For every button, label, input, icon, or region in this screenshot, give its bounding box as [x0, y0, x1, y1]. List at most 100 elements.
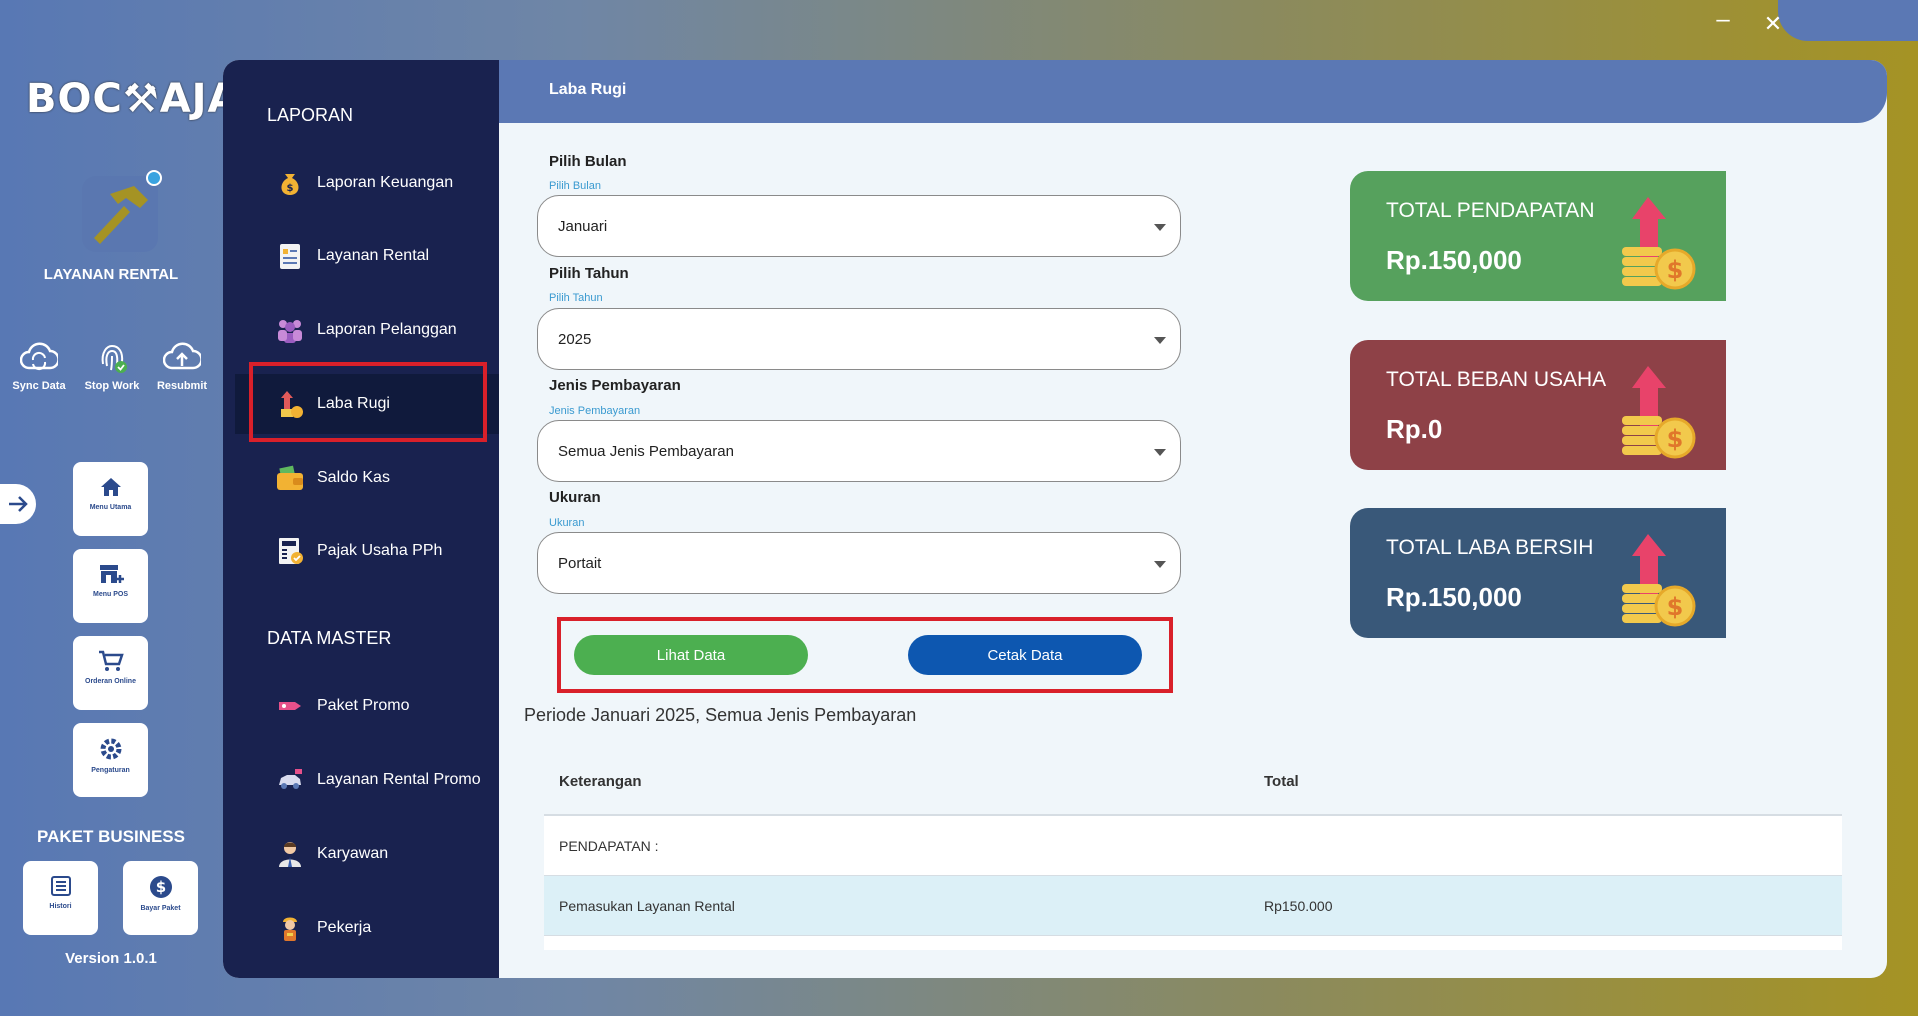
svg-text:$: $: [1667, 256, 1684, 284]
chevron-down-icon: [1154, 449, 1166, 456]
car-promo-icon: [275, 765, 305, 795]
stop-work-label: Stop Work: [84, 380, 140, 392]
jenis-select[interactable]: Semua Jenis Pembayaran: [537, 420, 1181, 482]
sidebar-item-karyawan[interactable]: Karyawan: [235, 824, 499, 884]
menu-utama-label: Menu Utama: [89, 504, 132, 511]
sidebar-item-label: Karyawan: [317, 845, 389, 862]
total-pendapatan-card: TOTAL PENDAPATAN Rp.150,000 $: [1350, 171, 1726, 301]
svg-text:$: $: [1667, 425, 1684, 453]
cetak-data-button[interactable]: Cetak Data: [908, 635, 1142, 675]
resubmit-button[interactable]: Resubmit: [147, 340, 217, 392]
row-keterangan: PENDAPATAN :: [559, 837, 659, 854]
left-rail: BOC⚒AJA LAYANAN RENTAL Sync Data Stop Wo…: [0, 0, 240, 1016]
card-label: TOTAL PENDAPATAN: [1386, 199, 1595, 222]
tax-icon: [275, 536, 305, 566]
arrow-right-icon: [9, 496, 28, 512]
svg-text:$: $: [1667, 593, 1684, 621]
brand-logo: BOC⚒AJA: [26, 76, 240, 122]
menu-utama-button[interactable]: Menu Utama: [73, 462, 148, 536]
gear-icon: [100, 738, 121, 760]
paket-title: PAKET BUSINESS: [37, 827, 185, 846]
clipboard-icon: [275, 241, 305, 271]
sidebar-item-paket-promo[interactable]: Paket Promo: [235, 676, 499, 736]
bulan-select[interactable]: Januari: [537, 195, 1181, 257]
tahun-value: 2025: [558, 330, 592, 348]
header-keterangan: Keterangan: [559, 772, 642, 790]
total-laba-card: TOTAL LABA BERSIH Rp.150,000 $: [1350, 508, 1726, 638]
cloud-upload-icon: [163, 342, 201, 370]
sidebar-item-label: Layanan Rental Promo: [317, 771, 481, 788]
ukuran-select[interactable]: Portait: [537, 532, 1181, 594]
close-button[interactable]: ✕: [1656, 4, 1890, 44]
orderan-online-button[interactable]: Orderan Online: [73, 636, 148, 710]
employee-icon: [275, 839, 305, 869]
table-footer-space: [544, 936, 1842, 950]
menu-pos-button[interactable]: Menu POS: [73, 549, 148, 623]
periode-text: Periode Januari 2025, Semua Jenis Pembay…: [524, 705, 917, 725]
card-label: TOTAL LABA BERSIH: [1386, 536, 1594, 559]
pengaturan-button[interactable]: Pengaturan: [73, 723, 148, 797]
card-value: Rp.0: [1386, 414, 1443, 444]
version-text: Version 1.0.1: [65, 950, 157, 967]
home-icon: [100, 478, 121, 496]
cart-icon: [98, 650, 124, 671]
sidebar-item-label: Pekerja: [317, 919, 372, 936]
store-icon: [99, 565, 124, 583]
main-panel: LAPORAN $ Laporan Keuangan Layanan Renta…: [223, 60, 1887, 978]
sidebar-item-laporan-pelanggan[interactable]: Laporan Pelanggan: [235, 300, 499, 360]
stop-work-button[interactable]: Stop Work: [77, 340, 147, 392]
sidebar-item-layanan-rental[interactable]: Layanan Rental: [235, 226, 499, 286]
sidebar-item-label: Laporan Pelanggan: [317, 321, 457, 338]
bulan-value: Januari: [558, 217, 608, 235]
sidebar-item-pajak-usaha[interactable]: Pajak Usaha PPh: [235, 521, 499, 581]
dollar-icon: $: [149, 876, 172, 898]
sidebar-item-label: Paket Promo: [317, 697, 410, 714]
histori-button[interactable]: Histori: [23, 861, 98, 935]
window-controls: – ✕: [1716, 0, 1918, 41]
laba-rugi-table: Keterangan Total PENDAPATAN : Pemasukan …: [544, 748, 1842, 950]
coins-arrow-icon: $: [1618, 195, 1698, 296]
sidebar-item-laporan-keuangan[interactable]: $ Laporan Keuangan: [235, 153, 499, 213]
lihat-data-button[interactable]: Lihat Data: [574, 635, 808, 675]
header-total: Total: [1264, 772, 1299, 790]
tahun-sublabel: Pilih Tahun: [549, 292, 603, 304]
sidebar-item-pekerja[interactable]: Pekerja: [235, 898, 499, 958]
fingerprint-icon: [101, 344, 127, 373]
orderan-online-label: Orderan Online: [85, 678, 136, 685]
menu-pos-label: Menu POS: [92, 591, 128, 598]
ukuran-sublabel: Ukuran: [549, 517, 585, 529]
content-header: Laba Rugi: [499, 60, 1887, 123]
cloud-sync-icon: [20, 342, 58, 371]
worker-icon: [275, 913, 305, 943]
jenis-label: Jenis Pembayaran: [549, 377, 681, 394]
report-sidebar: LAPORAN $ Laporan Keuangan Layanan Renta…: [223, 60, 499, 978]
bayar-paket-label: Bayar Paket: [140, 905, 181, 912]
table-header: Keterangan Total: [544, 748, 1842, 816]
promo-tag-icon: [275, 691, 305, 721]
total-beban-card: TOTAL BEBAN USAHA Rp.0 $: [1350, 340, 1726, 470]
expand-arrow-button[interactable]: [0, 484, 36, 524]
tahun-label: Pilih Tahun: [549, 265, 629, 282]
table-row: PENDAPATAN :: [544, 816, 1842, 876]
chevron-down-icon: [1154, 561, 1166, 568]
pengaturan-label: Pengaturan: [91, 767, 130, 774]
bayar-paket-button[interactable]: $ Bayar Paket: [123, 861, 198, 935]
sidebar-item-label: Pajak Usaha PPh: [317, 542, 443, 559]
row-total: Rp150.000: [1264, 897, 1333, 914]
sidebar-item-layanan-rental-promo[interactable]: Layanan Rental Promo: [235, 750, 499, 810]
sidebar-item-label: Layanan Rental: [317, 247, 430, 264]
sync-data-button[interactable]: Sync Data: [4, 340, 74, 392]
sidebar-item-label: Laporan Keuangan: [317, 174, 454, 191]
sidebar-item-label: Saldo Kas: [317, 469, 390, 486]
tahun-select[interactable]: 2025: [537, 308, 1181, 370]
bulan-sublabel: Pilih Bulan: [549, 180, 601, 192]
resubmit-label: Resubmit: [156, 380, 208, 392]
svg-text:$: $: [287, 183, 294, 194]
customers-icon: [275, 315, 305, 345]
list-icon: [50, 876, 71, 896]
sidebar-item-saldo-kas[interactable]: Saldo Kas: [235, 448, 499, 508]
card-label: TOTAL BEBAN USAHA: [1386, 368, 1607, 391]
coins-arrow-icon: $: [1618, 532, 1698, 633]
chevron-down-icon: [1154, 224, 1166, 231]
jenis-sublabel: Jenis Pembayaran: [549, 405, 641, 417]
